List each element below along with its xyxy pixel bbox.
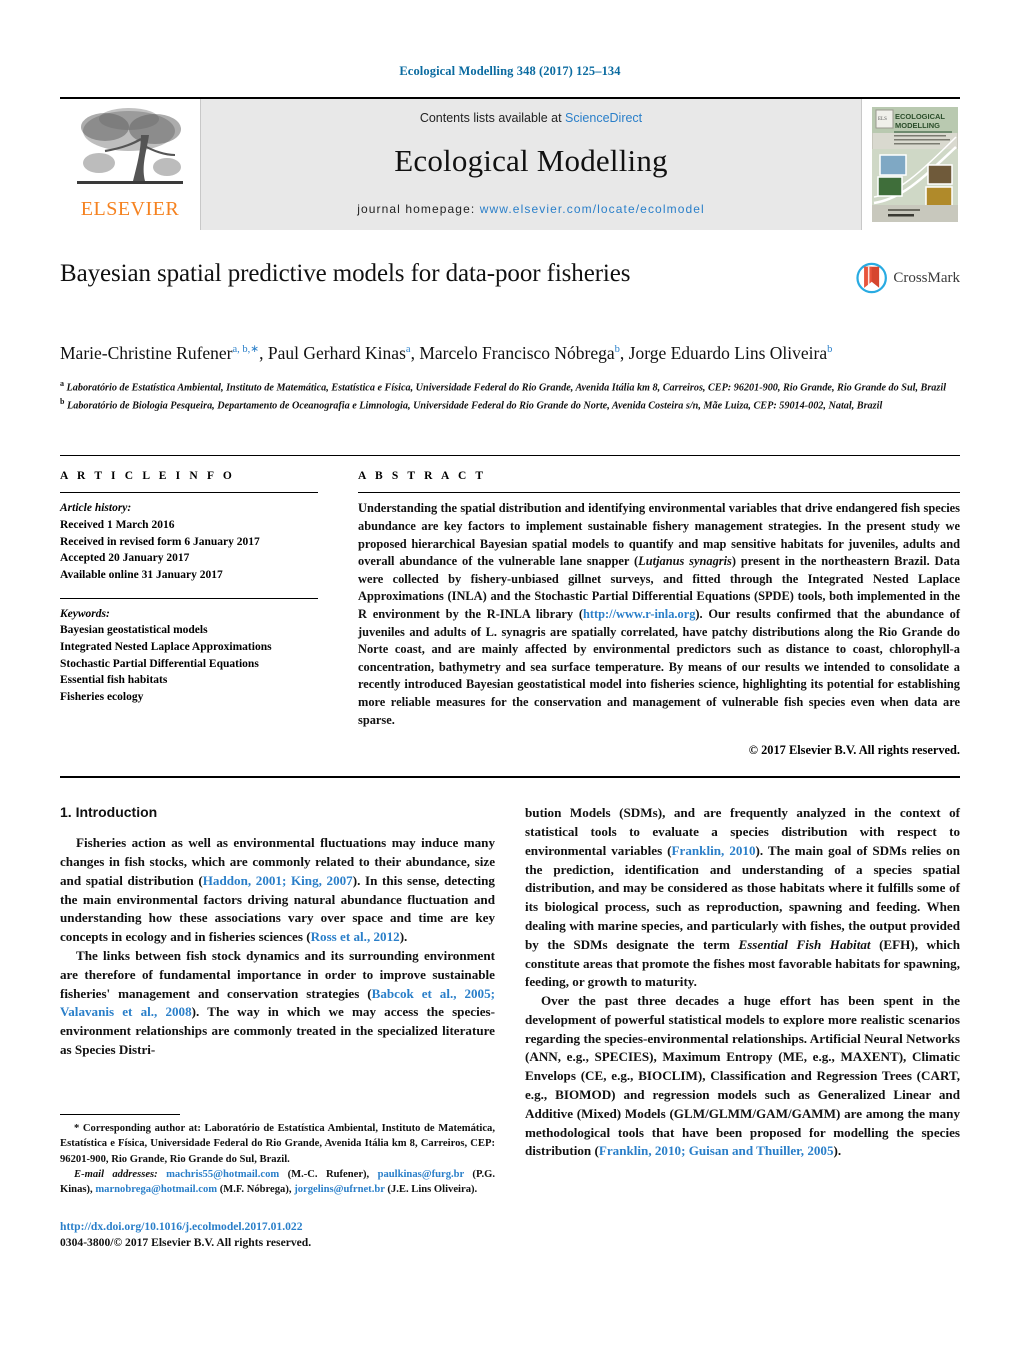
intro-p4-text-b: ).: [833, 1143, 842, 1159]
journal-masthead: ELSEVIER Contents lists available at Sci…: [60, 97, 960, 230]
intro-paragraph-2: The links between fish stock dynamics an…: [60, 947, 495, 1060]
sciencedirect-link[interactable]: ScienceDirect: [565, 111, 642, 125]
affiliation-a-text: Laboratório de Estatística Ambiental, In…: [66, 382, 947, 394]
crossmark-label: CrossMark: [893, 269, 960, 286]
keyword-2: Integrated Nested Laplace Approximations: [60, 641, 272, 654]
abstract-column: A B S T R A C T Understanding the spatia…: [340, 456, 960, 758]
svg-text:MODELLING: MODELLING: [895, 121, 940, 130]
elsevier-tree-icon: [77, 108, 183, 184]
affiliation-b-marker: b: [60, 396, 65, 406]
crossmark-icon: [856, 262, 887, 294]
article-info-column: A R T I C L E I N F O Article history: R…: [60, 456, 340, 758]
author-2-name: Paul Gerhard Kinas: [267, 343, 406, 363]
author-1-name: Marie-Christine Rufener: [60, 343, 233, 363]
keyword-3: Stochastic Partial Differential Equation…: [60, 657, 259, 670]
intro-p4-text-a: Over the past three decades a huge effor…: [525, 993, 960, 1159]
homepage-prefix: journal homepage:: [357, 202, 480, 216]
email-addresses-note: E-mail addresses: machris55@hotmail.com …: [60, 1167, 495, 1198]
affiliation-b-text: Laboratório de Biologia Pesqueira, Depar…: [67, 399, 883, 411]
citation-haddon-king[interactable]: Haddon, 2001; King, 2007: [203, 873, 353, 888]
journal-cover-thumbnail: ELS ECOLOGICAL MODELLING: [862, 99, 960, 230]
svg-text:ECOLOGICAL: ECOLOGICAL: [895, 112, 945, 121]
email-link-oliveira[interactable]: jorgelins@ufrnet.br: [294, 1184, 385, 1195]
email-addresses-label: E-mail addresses:: [74, 1168, 158, 1180]
section-divider-rule: [60, 776, 960, 779]
citation-franklin-guisan[interactable]: Franklin, 2010; Guisan and Thuiller, 200…: [599, 1143, 834, 1158]
corresponding-author-note: * Corresponding author at: Laboratório d…: [60, 1121, 495, 1167]
footnote-rule: [60, 1114, 180, 1115]
elsevier-logo: ELSEVIER: [60, 99, 200, 230]
info-abstract-section: A R T I C L E I N F O Article history: R…: [60, 455, 960, 758]
author-1-sep: ,: [259, 343, 268, 363]
keywords-rule: [60, 597, 318, 599]
affiliation-a: a Laboratório de Estatística Ambiental, …: [60, 378, 960, 396]
intro-paragraph-4: Over the past three decades a huge effor…: [525, 992, 960, 1161]
intro-p1-text-c: ).: [399, 929, 408, 945]
email-link-nobrega[interactable]: marnobrega@hotmail.com: [95, 1184, 217, 1195]
history-online: Available online 31 January 2017: [60, 569, 223, 582]
author-3-sep: ,: [619, 343, 629, 363]
email-owner-oliveira: (J.E. Lins Oliveira).: [384, 1184, 478, 1195]
page-title: Bayesian spatial predictive models for d…: [60, 260, 631, 287]
author-list: Marie-Christine Rufenera, b,∗, Paul Gerh…: [60, 342, 960, 366]
elsevier-wordmark: ELSEVIER: [80, 198, 180, 220]
masthead-center: Contents lists available at ScienceDirec…: [200, 99, 862, 230]
body-column-right: bution Models (SDMs), and are frequently…: [525, 804, 960, 1161]
email-link-kinas[interactable]: paulkinas@furg.br: [378, 1169, 465, 1180]
affiliation-a-marker: a: [60, 378, 64, 388]
doi-link[interactable]: http://dx.doi.org/10.1016/j.ecolmodel.20…: [60, 1219, 495, 1235]
history-revised: Received in revised form 6 January 2017: [60, 535, 260, 548]
contents-available-line: Contents lists available at ScienceDirec…: [420, 111, 642, 125]
abstract-heading: A B S T R A C T: [358, 470, 487, 483]
intro-p3-text-b: ). The main goal of SDMs relies on the p…: [525, 842, 960, 952]
efh-italic-term: Essential Fish Habitat: [738, 936, 871, 952]
keywords-label: Keywords:: [60, 607, 110, 620]
citation-ross[interactable]: Ross et al., 2012: [311, 929, 400, 944]
introduction-heading: 1. Introduction: [60, 804, 158, 821]
corresponding-marker: *: [74, 1123, 80, 1134]
intro-paragraph-1: Fisheries action as well as environmenta…: [60, 834, 495, 947]
corresponding-text: Corresponding author at: Laboratório de …: [60, 1123, 495, 1165]
journal-title: Ecological Modelling: [394, 143, 668, 178]
issn-copyright-line: 0304-3800/© 2017 Elsevier B.V. All right…: [60, 1236, 312, 1250]
article-info-rule: [60, 492, 318, 494]
homepage-url-link[interactable]: www.elsevier.com/locate/ecolmodel: [480, 202, 705, 216]
author-4-name: Jorge Eduardo Lins Oliveira: [628, 343, 828, 363]
email-owner-rufener: (M.-C. Rufener),: [279, 1168, 378, 1180]
citation-franklin-2010[interactable]: Franklin, 2010: [672, 843, 756, 858]
article-info-heading: A R T I C L E I N F O: [60, 470, 235, 483]
author-1-affil-marker[interactable]: a, b,∗: [233, 344, 260, 355]
affiliation-list: a Laboratório de Estatística Ambiental, …: [60, 378, 960, 414]
journal-cover-image: ELS ECOLOGICAL MODELLING: [872, 107, 958, 222]
abstract-text: Understanding the spatial distribution a…: [358, 500, 960, 729]
abstract-species-name: Lutjanus synagris: [638, 554, 732, 569]
author-2-sep: ,: [410, 343, 420, 363]
abstract-rule: [358, 492, 960, 494]
running-head: Ecological Modelling 348 (2017) 125–134: [399, 64, 621, 78]
article-page: Ecological Modelling 348 (2017) 125–134: [0, 0, 1020, 1351]
crossmark-badge[interactable]: CrossMark: [856, 256, 960, 300]
keyword-4: Essential fish habitats: [60, 674, 168, 687]
email-owner-nobrega: (M.F. Nóbrega),: [217, 1184, 295, 1195]
title-block: Bayesian spatial predictive models for d…: [60, 260, 960, 326]
svg-text:ELS: ELS: [878, 117, 887, 122]
r-inla-link[interactable]: http://www.r-inla.org: [583, 607, 695, 621]
contents-prefix: Contents lists available at: [419, 111, 566, 125]
abstract-part-3: ). Our results confirmed that the abunda…: [358, 607, 961, 727]
email-link-rufener[interactable]: machris55@hotmail.com: [166, 1169, 279, 1180]
intro-paragraph-3: bution Models (SDMs), and are frequently…: [525, 804, 960, 992]
author-4-affil-marker[interactable]: b: [827, 344, 832, 355]
author-3-name: Marcelo Francisco Nóbrega: [419, 343, 615, 363]
keyword-5: Fisheries ecology: [60, 691, 144, 704]
abstract-copyright: © 2017 Elsevier B.V. All rights reserved…: [748, 743, 960, 758]
history-received: Received 1 March 2016: [60, 519, 175, 532]
article-history-label: Article history:: [60, 502, 132, 515]
footnote-block: * Corresponding author at: Laboratório d…: [60, 1098, 495, 1252]
affiliation-b: b Laboratório de Biologia Pesqueira, Dep…: [60, 396, 960, 414]
history-accepted: Accepted 20 January 2017: [60, 552, 190, 565]
keyword-1: Bayesian geostatistical models: [60, 624, 208, 637]
doi-block: http://dx.doi.org/10.1016/j.ecolmodel.20…: [60, 1219, 495, 1251]
journal-homepage-line: journal homepage: www.elsevier.com/locat…: [357, 202, 705, 216]
